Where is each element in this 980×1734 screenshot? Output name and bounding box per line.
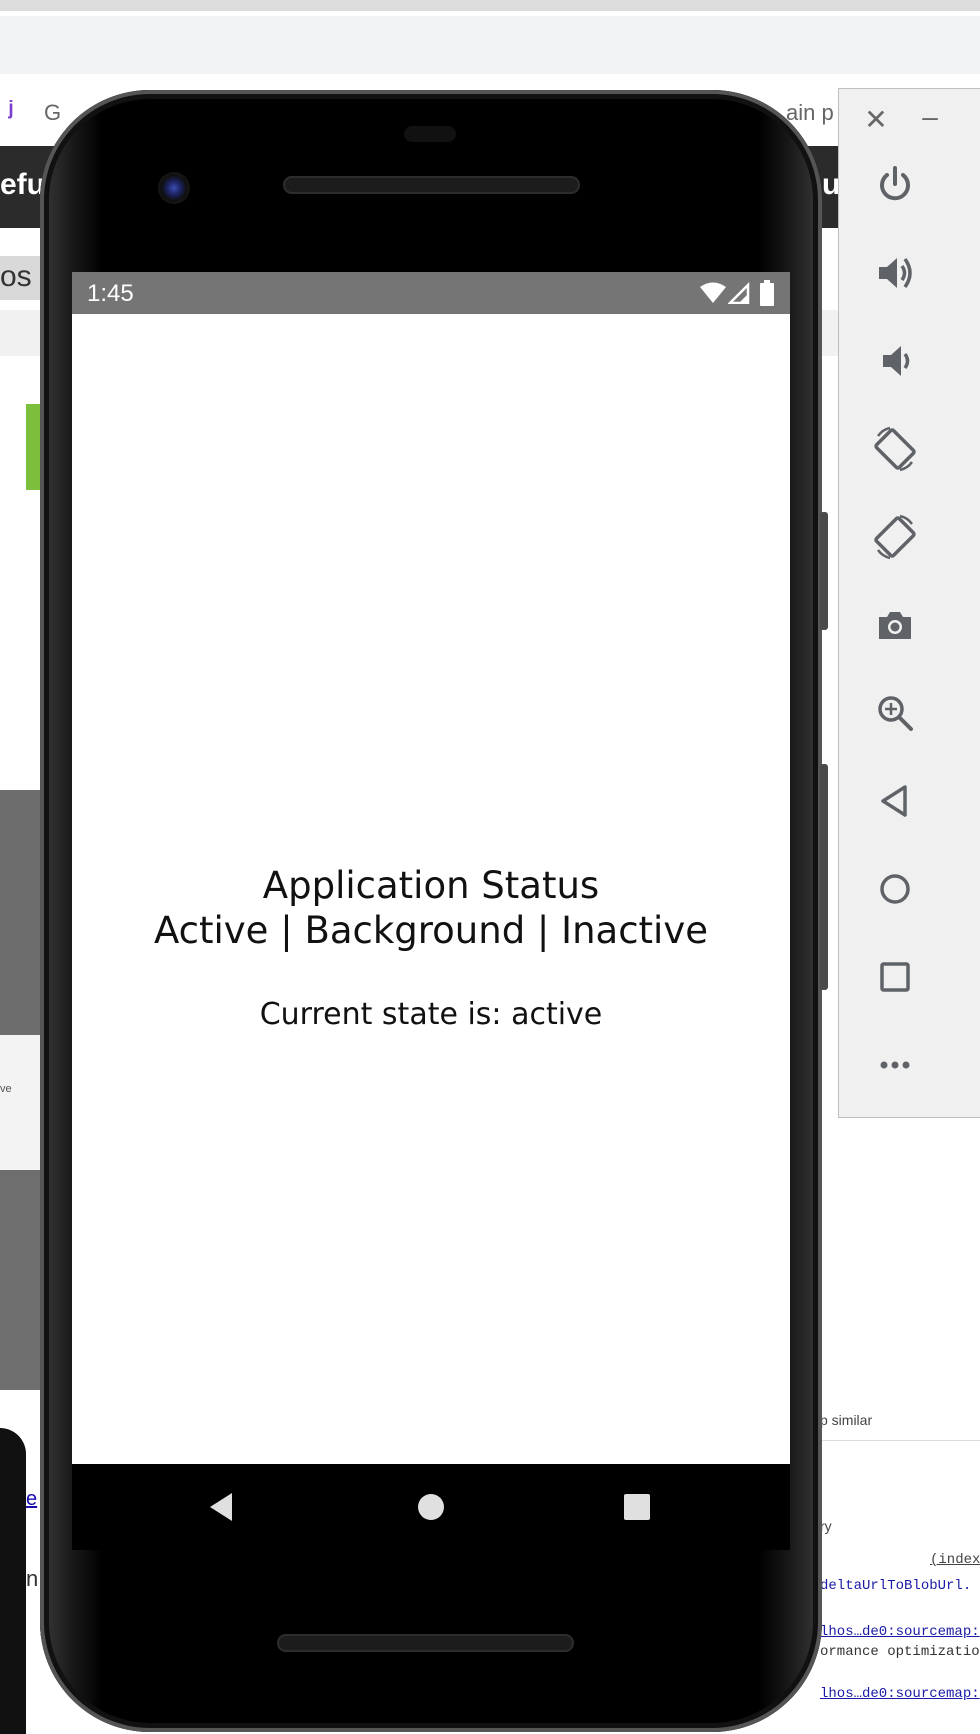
rotate-left-button[interactable] <box>867 421 923 477</box>
recents-square-icon <box>624 1494 650 1520</box>
bottom-speaker <box>277 1634 574 1652</box>
app-content: Application Status Active | Background |… <box>72 314 790 1464</box>
bookmark-middle[interactable]: ain p <box>786 100 834 126</box>
phone-sensor <box>404 126 456 142</box>
status-time: 1:45 <box>87 280 134 307</box>
volume-up-icon <box>879 257 912 289</box>
devtools-line[interactable]: deltaUrlToBlobUrl. <box>820 1578 971 1594</box>
phone-screen[interactable]: 1:45 Application Status Active | Backgro… <box>72 272 790 1464</box>
background-second-phone-edge <box>0 1428 26 1734</box>
bookmark-icon[interactable]: ʲ <box>8 96 13 128</box>
battery-icon <box>760 280 774 306</box>
volume-up-button[interactable] <box>867 245 923 301</box>
header-fragment-left: efu <box>0 168 45 201</box>
background-letter: n <box>26 1566 39 1591</box>
emulator-control-panel: ✕ – <box>838 88 980 1118</box>
devtools-line: ormance optimizatio <box>820 1644 980 1660</box>
status-bar: 1:45 <box>72 272 790 314</box>
volume-down-button[interactable] <box>867 333 923 389</box>
panel-minimize-button[interactable]: – <box>915 103 945 135</box>
background-light-block: ve <box>0 1035 40 1170</box>
browser-address-area <box>0 16 980 74</box>
emulator-home-button[interactable] <box>867 861 923 917</box>
devtools-divider <box>810 1440 980 1441</box>
devtools-line[interactable]: (index <box>930 1552 980 1568</box>
cell-signal-icon <box>728 282 750 304</box>
screenshot-button[interactable] <box>867 597 923 653</box>
phone-power-key <box>820 512 828 630</box>
front-camera-icon <box>158 172 190 204</box>
more-dots-icon <box>880 1061 910 1069</box>
current-state-text: Current state is: active <box>259 997 603 1032</box>
zoom-button[interactable] <box>867 685 923 741</box>
wifi-icon <box>700 282 726 303</box>
app-states-list: Active | Background | Inactive <box>154 909 708 952</box>
back-outline-icon <box>881 785 907 817</box>
background-dark-block <box>0 790 40 1035</box>
emulator-overview-button[interactable] <box>867 949 923 1005</box>
rotate-left-icon <box>874 426 916 472</box>
bookmark-left[interactable]: G <box>44 100 61 126</box>
nav-recents-button[interactable] <box>612 1482 662 1532</box>
power-button[interactable] <box>867 157 923 213</box>
background-link[interactable]: e <box>26 1488 37 1511</box>
volume-down-icon <box>883 346 910 376</box>
phone-volume-key <box>820 764 828 990</box>
zoom-in-icon <box>878 696 913 731</box>
panel-titlebar: ✕ – <box>839 89 980 135</box>
nav-home-button[interactable] <box>406 1482 456 1532</box>
more-options-button[interactable] <box>867 1037 923 1093</box>
rotate-right-button[interactable] <box>867 509 923 565</box>
power-icon <box>880 166 910 201</box>
home-outline-icon <box>880 874 910 904</box>
devtools-line[interactable]: lhos…de0:sourcemap: <box>820 1624 980 1640</box>
emulator-back-button[interactable] <box>867 773 923 829</box>
devtools-header: p similar <box>820 1412 873 1428</box>
app-title: Application Status <box>262 864 600 907</box>
background-green-block <box>26 404 40 490</box>
camera-icon <box>879 612 911 639</box>
rotate-right-icon <box>874 514 916 560</box>
devtools-fragment: p similar ry (index deltaUrlToBlobUrl. l… <box>810 1408 980 1734</box>
overview-square-icon <box>880 962 910 992</box>
devtools-line[interactable]: lhos…de0:sourcemap: <box>820 1686 980 1702</box>
nav-back-button[interactable] <box>196 1482 246 1532</box>
tab-fragment-text: os <box>0 260 32 293</box>
navigation-bar <box>72 1464 790 1550</box>
panel-close-button[interactable]: ✕ <box>861 105 891 135</box>
background-tab-fragment: os <box>0 256 40 300</box>
home-circle-icon <box>418 1494 444 1520</box>
side-text-fragment: ve <box>0 1083 12 1095</box>
browser-frame-top <box>0 0 980 11</box>
back-triangle-icon <box>210 1493 232 1521</box>
background-dark-block-2 <box>0 1170 40 1390</box>
earpiece-speaker <box>283 176 580 194</box>
